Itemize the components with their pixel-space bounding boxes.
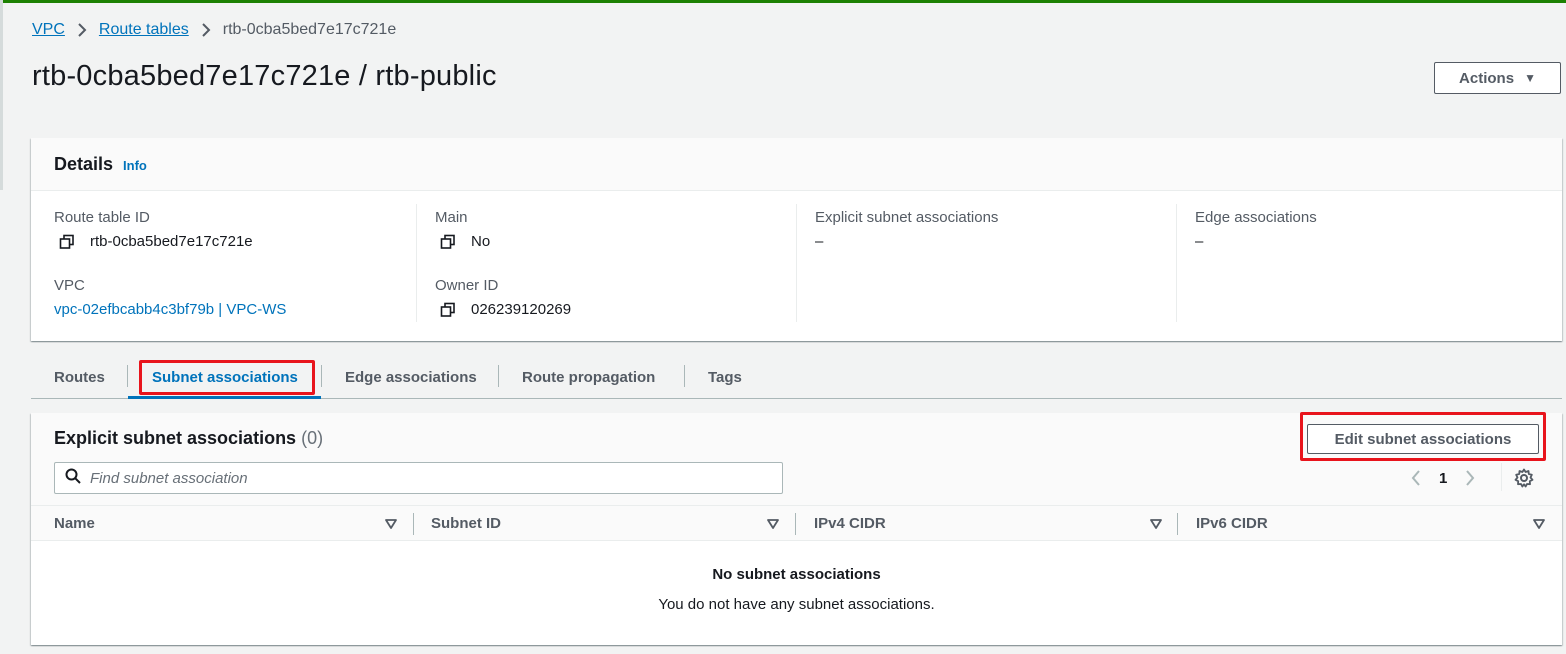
search-field[interactable] bbox=[54, 462, 783, 494]
details-columns: Route table ID rtb-0cba5bed7e17c721e VPC… bbox=[31, 192, 1562, 341]
vpc-label: VPC bbox=[54, 277, 85, 294]
table-header: Name Subnet ID IPv4 CIDR IPv6 CIDR bbox=[31, 505, 1562, 541]
pagination: 1 bbox=[1407, 465, 1479, 491]
tab-separator bbox=[127, 365, 128, 387]
empty-state-title: No subnet associations bbox=[712, 566, 881, 583]
details-column-2: Main No Owner ID 026239120269 bbox=[435, 204, 785, 324]
copy-icon[interactable] bbox=[440, 234, 456, 250]
main-value: No bbox=[440, 233, 490, 250]
edge-associations-label: Edge associations bbox=[1195, 209, 1317, 226]
breadcrumb-current: rtb-0cba5bed7e17c721e bbox=[222, 21, 397, 38]
breadcrumb: VPC Route tables rtb-0cba5bed7e17c721e bbox=[32, 21, 396, 39]
tab-bar: Routes Subnet associations Edge associat… bbox=[31, 357, 1562, 399]
sort-caret-icon[interactable] bbox=[767, 517, 779, 529]
search-icon bbox=[65, 468, 81, 489]
column-divider bbox=[413, 513, 414, 535]
left-edge-bar bbox=[0, 0, 3, 190]
chevron-left-icon[interactable] bbox=[1407, 465, 1425, 491]
page-title: rtb-0cba5bed7e17c721e / rtb-public bbox=[32, 60, 497, 92]
column-header-ipv6-cidr[interactable]: IPv6 CIDR bbox=[1196, 506, 1268, 540]
edit-subnet-associations-button[interactable]: Edit subnet associations bbox=[1307, 424, 1539, 454]
tab-separator bbox=[321, 365, 322, 387]
column-divider bbox=[795, 513, 796, 535]
column-header-ipv4-cidr[interactable]: IPv4 CIDR bbox=[814, 506, 886, 540]
caret-down-icon: ▼ bbox=[1524, 71, 1536, 85]
copy-icon[interactable] bbox=[440, 302, 456, 318]
edge-associations-value: – bbox=[1195, 233, 1204, 250]
tab-separator bbox=[684, 365, 685, 387]
details-header: Details Info bbox=[31, 138, 1562, 191]
chevron-right-icon[interactable] bbox=[1461, 465, 1479, 491]
explicit-associations-value: – bbox=[815, 233, 824, 250]
associations-count: (0) bbox=[301, 428, 324, 448]
chevron-right-icon bbox=[201, 23, 211, 37]
tab-routes[interactable]: Routes bbox=[54, 357, 105, 397]
column-header-subnet-id[interactable]: Subnet ID bbox=[431, 506, 501, 540]
details-title: Details bbox=[54, 153, 114, 174]
actions-button-label: Actions bbox=[1459, 69, 1515, 87]
details-column-3: Explicit subnet associations – bbox=[815, 204, 1165, 324]
owner-id-text: 026239120269 bbox=[471, 301, 572, 318]
vpc-link[interactable]: vpc-02efbcabb4c3bf79b | VPC-WS bbox=[54, 301, 286, 318]
empty-state-description: You do not have any subnet associations. bbox=[658, 596, 935, 613]
page-number[interactable]: 1 bbox=[1439, 470, 1447, 487]
copy-icon[interactable] bbox=[59, 234, 75, 250]
explicit-associations-label: Explicit subnet associations bbox=[815, 209, 999, 226]
column-header-name[interactable]: Name bbox=[54, 506, 95, 540]
sort-caret-icon[interactable] bbox=[1150, 517, 1162, 529]
top-status-bar bbox=[0, 0, 1566, 3]
subnet-associations-panel: Explicit subnet associations (0) Edit su… bbox=[31, 413, 1562, 645]
details-panel: Details Info Route table ID rtb-0cba5bed… bbox=[31, 138, 1562, 341]
column-divider bbox=[1177, 513, 1178, 535]
tab-subnet-associations[interactable]: Subnet associations bbox=[152, 357, 298, 397]
associations-title-text: Explicit subnet associations bbox=[54, 428, 297, 448]
route-table-id-text: rtb-0cba5bed7e17c721e bbox=[90, 233, 253, 250]
tab-edge-associations[interactable]: Edge associations bbox=[345, 357, 477, 397]
gear-icon[interactable] bbox=[1514, 468, 1534, 488]
owner-id-label: Owner ID bbox=[435, 277, 499, 294]
tab-tags[interactable]: Tags bbox=[708, 357, 742, 397]
main-label: Main bbox=[435, 209, 468, 226]
owner-id-value: 026239120269 bbox=[440, 301, 571, 318]
info-link[interactable]: Info bbox=[123, 158, 147, 173]
tab-route-propagation[interactable]: Route propagation bbox=[522, 357, 655, 397]
route-table-id-label: Route table ID bbox=[54, 209, 150, 226]
breadcrumb-vpc[interactable]: VPC bbox=[32, 21, 65, 39]
route-table-id-value: rtb-0cba5bed7e17c721e bbox=[59, 233, 253, 250]
pagination-divider bbox=[1501, 463, 1502, 491]
details-column-1: Route table ID rtb-0cba5bed7e17c721e VPC… bbox=[54, 204, 404, 324]
search-input[interactable] bbox=[90, 469, 770, 487]
main-text: No bbox=[471, 233, 491, 250]
active-tab-indicator bbox=[128, 396, 321, 399]
associations-title: Explicit subnet associations (0) bbox=[54, 428, 323, 449]
chevron-right-icon bbox=[77, 23, 87, 37]
sort-caret-icon[interactable] bbox=[1533, 517, 1545, 529]
column-divider bbox=[796, 204, 797, 322]
column-divider bbox=[1176, 204, 1177, 322]
column-divider bbox=[416, 204, 417, 322]
actions-button[interactable]: Actions ▼ bbox=[1434, 62, 1561, 94]
sort-caret-icon[interactable] bbox=[385, 517, 397, 529]
breadcrumb-route-tables[interactable]: Route tables bbox=[99, 21, 189, 39]
tab-separator bbox=[498, 365, 499, 387]
details-column-4: Edge associations – bbox=[1195, 204, 1545, 324]
